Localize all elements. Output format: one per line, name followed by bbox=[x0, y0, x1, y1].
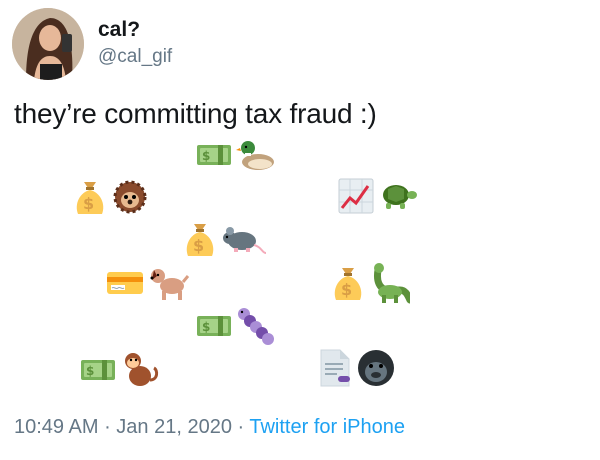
hedgehog-icon bbox=[113, 180, 147, 214]
svg-text:$: $ bbox=[202, 149, 210, 163]
duck-icon bbox=[236, 141, 274, 170]
tweet-meta: 10:49 AM · Jan 21, 2020 · Twitter for iP… bbox=[14, 416, 405, 439]
svg-text:$: $ bbox=[341, 280, 352, 299]
svg-text:$: $ bbox=[193, 236, 204, 255]
turtle-icon bbox=[383, 185, 417, 209]
emoji-pair-banknote-caterpillar: $ bbox=[196, 306, 276, 346]
gorilla-icon bbox=[358, 350, 394, 386]
tweet-source-link[interactable]: Twitter for iPhone bbox=[249, 416, 405, 438]
emoji-pair-moneybag-hedgehog: $ bbox=[72, 178, 148, 216]
money-bag-icon: $ bbox=[76, 182, 104, 214]
meta-separator: · bbox=[98, 416, 117, 438]
monkey-icon bbox=[125, 353, 159, 386]
emoji-pair-chart-turtle bbox=[338, 178, 418, 214]
tweet-text: they’re committing tax fraud :) bbox=[14, 98, 377, 129]
sauropod-icon bbox=[374, 263, 410, 304]
dollar-banknote-icon: $ bbox=[81, 360, 115, 380]
tweet-date[interactable]: Jan 21, 2020 bbox=[116, 416, 232, 438]
emoji-pair-banknote-duck: $ bbox=[196, 138, 276, 172]
chart-increasing-icon bbox=[338, 178, 374, 214]
money-bag-icon: $ bbox=[334, 268, 362, 300]
svg-text:$: $ bbox=[202, 320, 210, 334]
emoji-pair-moneybag-rat: $ bbox=[182, 220, 266, 258]
svg-text:$: $ bbox=[86, 364, 94, 378]
credit-card-icon bbox=[107, 272, 143, 294]
rat-icon bbox=[223, 227, 266, 254]
emoji-pair-creditcard-dog bbox=[106, 264, 190, 302]
page-facing-up-icon bbox=[320, 349, 350, 387]
tweet-time[interactable]: 10:49 AM bbox=[14, 416, 99, 438]
author-display-name[interactable]: cal? bbox=[98, 18, 140, 42]
user-avatar-photo-icon bbox=[12, 8, 84, 80]
emoji-pair-banknote-monkey: $ bbox=[80, 350, 160, 390]
caterpillar-icon bbox=[238, 308, 274, 345]
emoji-pair-moneybag-sauropod: $ bbox=[330, 262, 410, 304]
dollar-banknote-icon: $ bbox=[197, 316, 231, 336]
svg-text:$: $ bbox=[83, 194, 94, 213]
dollar-banknote-icon: $ bbox=[197, 145, 231, 165]
money-bag-icon: $ bbox=[186, 224, 214, 256]
avatar[interactable] bbox=[12, 8, 84, 80]
meta-separator: · bbox=[231, 416, 250, 438]
emoji-pair-page-gorilla bbox=[318, 348, 396, 388]
author-handle[interactable]: @cal_gif bbox=[98, 46, 172, 68]
dog-icon bbox=[150, 269, 190, 300]
